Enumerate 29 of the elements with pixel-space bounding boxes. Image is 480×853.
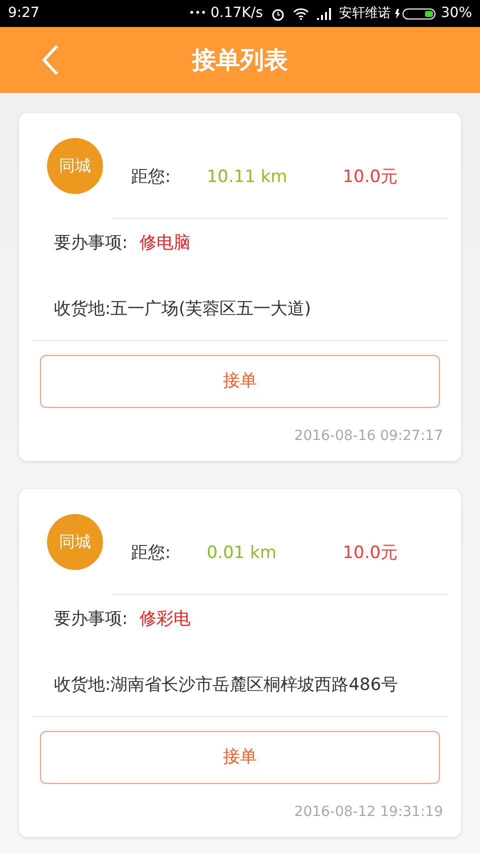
- distance-value: 0.01 km: [206, 542, 278, 565]
- timestamp: 2016-08-16 09:27:17: [294, 427, 443, 446]
- task-value: 修彩电: [140, 608, 191, 631]
- network-speed: 0.17K/s: [210, 4, 263, 23]
- page-title: 接单列表: [192, 45, 288, 76]
- accept-order-button[interactable]: 接单: [40, 731, 440, 784]
- dots: •••: [188, 7, 206, 21]
- task-label: 要办事项:: [54, 608, 128, 631]
- city-badge: 同城: [47, 138, 103, 194]
- carrier-name: 安轩维诺: [338, 4, 391, 23]
- alarm-icon: [270, 6, 285, 20]
- distance-label: 距您:: [131, 166, 171, 189]
- timestamp: 2016-08-12 19:31:19: [294, 803, 443, 822]
- wifi-icon: [292, 8, 309, 20]
- city-badge: 同城: [47, 514, 103, 570]
- price: 10.0元: [342, 166, 398, 189]
- signal-icon: [316, 8, 333, 20]
- distance-label: 距您:: [131, 542, 171, 565]
- task-value: 修电脑: [140, 232, 191, 255]
- delivery-address: 收货地:湖南省长沙市岳麓区桐梓坡西路486号: [54, 674, 398, 694]
- clock: 9:27: [8, 4, 40, 23]
- task-label: 要办事项:: [54, 232, 128, 255]
- back-icon: [41, 44, 59, 76]
- battery-level: 30%: [440, 4, 472, 23]
- battery-icon: [394, 8, 437, 20]
- accept-order-button[interactable]: 接单: [40, 355, 440, 408]
- distance-value: 10.11 km: [206, 166, 288, 189]
- delivery-address: 收货地:五一广场(芙蓉区五一大道): [54, 298, 311, 318]
- price: 10.0元: [342, 542, 398, 565]
